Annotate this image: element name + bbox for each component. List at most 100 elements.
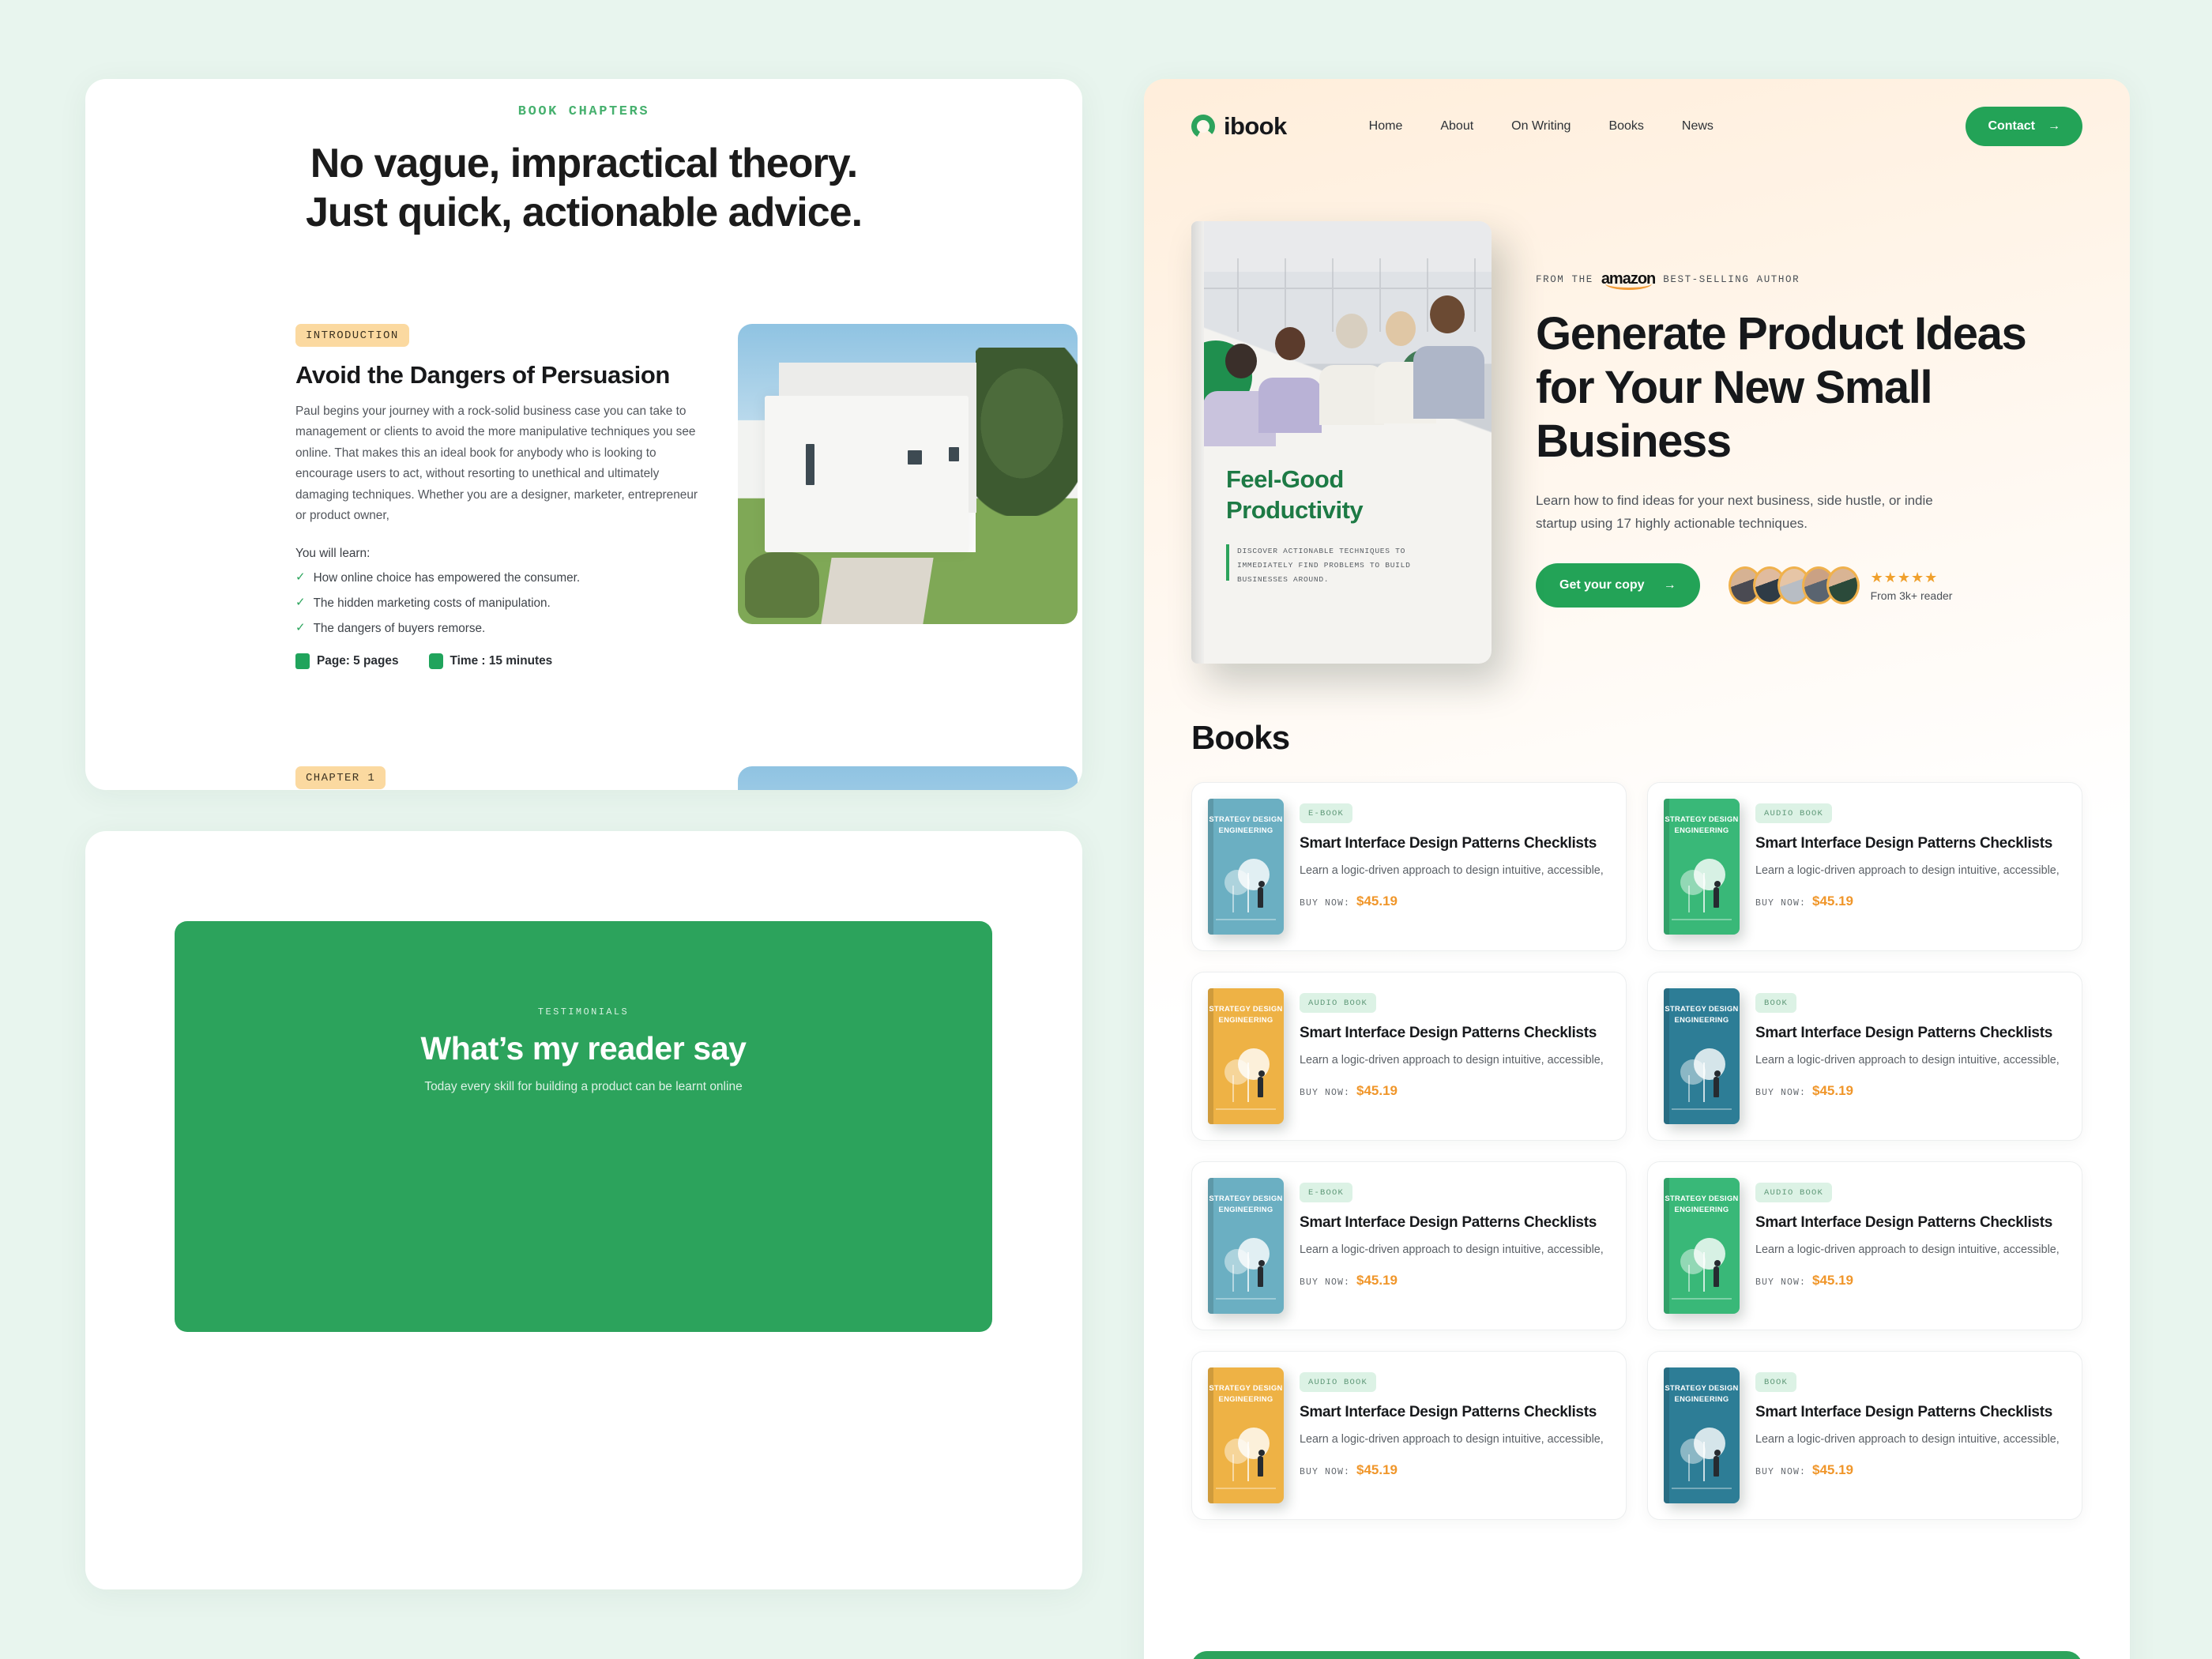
book-description: Learn a logic-driven approach to design … <box>1300 1433 1604 1446</box>
book-tag: BOOK <box>1755 1372 1797 1392</box>
path-decor <box>821 558 934 624</box>
buy-now-label: BUY NOW: <box>1755 1087 1807 1098</box>
cover-title-line2: Productivity <box>1226 495 1364 524</box>
book-cover: STRATEGY DESIGN ENGINEERING <box>1664 988 1740 1124</box>
nav-item-about[interactable]: About <box>1440 119 1473 134</box>
books-heading: Books <box>1191 719 1290 756</box>
book-cover-art <box>1208 854 1284 922</box>
learn-text: The dangers of buyers remorse. <box>313 621 486 635</box>
nav-item-books[interactable]: Books <box>1608 119 1643 134</box>
cover-title: Feel-Good Productivity <box>1226 465 1364 526</box>
book-cover: STRATEGY DESIGN ENGINEERING <box>1208 1367 1284 1503</box>
chapter-photo <box>738 324 1078 624</box>
avatar <box>1826 566 1860 605</box>
book-cover: STRATEGY DESIGN ENGINEERING <box>1664 1178 1740 1314</box>
book-price-row: BUY NOW: $45.19 <box>1300 1462 1604 1478</box>
book-pages-icon <box>295 653 310 669</box>
book-description: Learn a logic-driven approach to design … <box>1300 1243 1604 1257</box>
books-grid: STRATEGY DESIGN ENGINEERING E-BOOK Smart… <box>1191 782 2082 1520</box>
book-card[interactable]: STRATEGY DESIGN ENGINEERING AUDIO BOOK S… <box>1647 1161 2082 1330</box>
book-card[interactable]: STRATEGY DESIGN ENGINEERING AUDIO BOOK S… <box>1191 1351 1627 1520</box>
book-price-row: BUY NOW: $45.19 <box>1300 1083 1604 1099</box>
book-cover-title: STRATEGY DESIGN ENGINEERING <box>1209 1383 1283 1403</box>
cover-title-line1: Feel-Good <box>1226 465 1344 493</box>
book-title: Smart Interface Design Patterns Checklis… <box>1755 835 2052 852</box>
book-tag: AUDIO BOOK <box>1300 1372 1377 1392</box>
book-price-row: BUY NOW: $45.19 <box>1300 1273 1604 1288</box>
book-title: Smart Interface Design Patterns Checklis… <box>1300 1404 1597 1420</box>
book-card[interactable]: STRATEGY DESIGN ENGINEERING BOOK Smart I… <box>1647 972 2082 1141</box>
people-photo-decor <box>1203 295 1484 447</box>
list-item: ✓ The hidden marketing costs of manipulat… <box>295 596 706 611</box>
book-title: Smart Interface Design Patterns Checklis… <box>1300 1025 1597 1041</box>
book-card[interactable]: STRATEGY DESIGN ENGINEERING E-BOOK Smart… <box>1191 782 1627 951</box>
chapters-heading-line1: No vague, impractical theory. <box>310 141 858 186</box>
buy-now-label: BUY NOW: <box>1755 897 1807 908</box>
book-card[interactable]: STRATEGY DESIGN ENGINEERING AUDIO BOOK S… <box>1191 972 1627 1141</box>
chapters-heading: No vague, impractical theory. Just quick… <box>85 140 1082 238</box>
book-cover-art <box>1208 1044 1284 1112</box>
chapter-badge: CHAPTER 1 <box>295 766 386 789</box>
bush-decor <box>744 551 820 619</box>
chapter-learn-label: You will learn: <box>295 546 371 560</box>
tree-decor-icon <box>976 348 1078 517</box>
window-decor <box>908 450 922 465</box>
hero-section: Feel-Good Productivity DISCOVER ACTIONAB… <box>1191 221 2084 664</box>
list-item: ✓ How online choice has empowered the con… <box>295 570 706 585</box>
book-card[interactable]: STRATEGY DESIGN ENGINEERING E-BOOK Smart… <box>1191 1161 1627 1330</box>
contact-button[interactable]: Contact → <box>1966 107 2082 146</box>
book-description: Learn a logic-driven approach to design … <box>1755 1054 2060 1067</box>
window-decor <box>806 444 814 485</box>
book-price: $45.19 <box>1356 1082 1398 1098</box>
nav-item-home[interactable]: Home <box>1369 119 1403 134</box>
book-card[interactable]: STRATEGY DESIGN ENGINEERING BOOK Smart I… <box>1647 1351 2082 1520</box>
book-price: $45.19 <box>1812 1272 1854 1288</box>
testimonials-banner: TESTIMONIALS What’s my reader say Today … <box>175 921 992 1332</box>
book-cover-title: STRATEGY DESIGN ENGINEERING <box>1665 1194 1739 1213</box>
window-decor <box>948 446 959 461</box>
chapters-heading-line2: Just quick, actionable advice. <box>305 189 863 235</box>
chapter-meta: Page: 5 pages Time : 15 minutes <box>295 653 706 669</box>
testimonials-eyebrow: TESTIMONIALS <box>537 1006 630 1018</box>
nav-item-news[interactable]: News <box>1682 119 1714 134</box>
rating-block: ★★★★★ From 3k+ reader <box>1871 570 1953 602</box>
book-tag: AUDIO BOOK <box>1300 993 1377 1013</box>
amazon-kicker: FROM THE amazon BEST-SELLING AUTHOR <box>1536 270 2084 290</box>
book-tag: AUDIO BOOK <box>1755 803 1833 823</box>
chapter-badge: INTRODUCTION <box>295 324 409 347</box>
book-cover-art <box>1664 1044 1740 1112</box>
cover-rule-decor <box>1226 544 1229 581</box>
check-icon: ✓ <box>295 595 306 609</box>
buy-now-label: BUY NOW: <box>1300 1466 1351 1477</box>
chapter-block: INTRODUCTION Avoid the Dangers of Persua… <box>295 324 1082 669</box>
book-price: $45.19 <box>1812 893 1854 908</box>
page-root: BOOK CHAPTERS No vague, impractical theo… <box>0 0 2212 1659</box>
chapter-photo <box>738 766 1078 790</box>
book-tag: E-BOOK <box>1300 803 1353 823</box>
list-item: ✓ The dangers of buyers remorse. <box>295 621 706 636</box>
book-card[interactable]: STRATEGY DESIGN ENGINEERING AUDIO BOOK S… <box>1647 782 2082 951</box>
book-cover-title: STRATEGY DESIGN ENGINEERING <box>1665 1004 1739 1024</box>
clock-icon <box>428 653 443 669</box>
book-cover-title: STRATEGY DESIGN ENGINEERING <box>1209 1194 1283 1213</box>
kicker-pre: FROM THE <box>1536 273 1593 285</box>
book-cover-title: STRATEGY DESIGN ENGINEERING <box>1209 814 1283 834</box>
book-description: Learn a logic-driven approach to design … <box>1755 1433 2060 1446</box>
nav-item-on-writing[interactable]: On Writing <box>1511 119 1571 134</box>
chapter-learn-list: ✓ How online choice has empowered the con… <box>295 570 706 636</box>
book-title: Smart Interface Design Patterns Checklis… <box>1300 835 1597 852</box>
page-title: Generate Product Ideas for Your New Smal… <box>1536 308 2027 467</box>
brand-logo[interactable]: ibook <box>1191 112 1287 141</box>
book-cover-art <box>1664 1423 1740 1491</box>
arrow-right-icon: → <box>2048 119 2060 133</box>
learn-text: How online choice has empowered the cons… <box>313 570 581 585</box>
buy-now-label: BUY NOW: <box>1755 1277 1807 1288</box>
book-price: $45.19 <box>1356 1272 1398 1288</box>
book-cover-title: STRATEGY DESIGN ENGINEERING <box>1665 814 1739 834</box>
chapter-body: Paul begins your journey with a rock-sol… <box>295 404 698 523</box>
hero-book-cover[interactable]: Feel-Good Productivity DISCOVER ACTIONAB… <box>1191 221 1492 664</box>
book-cover: STRATEGY DESIGN ENGINEERING <box>1208 988 1284 1124</box>
get-your-copy-button[interactable]: Get your copy → <box>1536 563 1700 608</box>
book-cover: STRATEGY DESIGN ENGINEERING <box>1208 799 1284 935</box>
hero-copy: FROM THE amazon BEST-SELLING AUTHOR Gene… <box>1536 221 2084 664</box>
